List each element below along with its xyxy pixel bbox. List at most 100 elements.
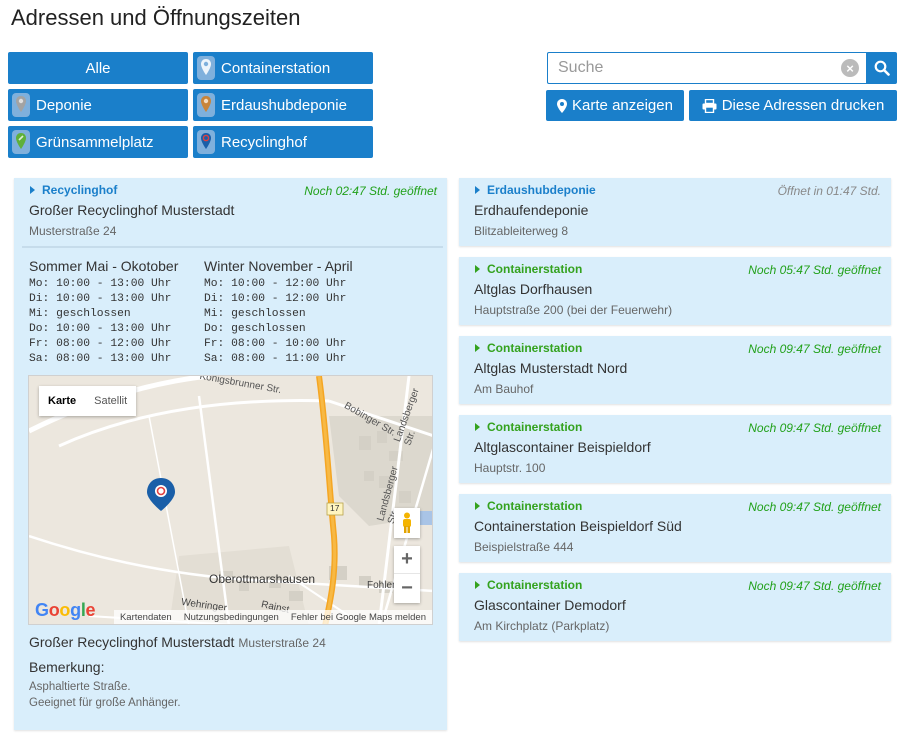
hours-line: Do: geschlossen xyxy=(204,323,306,335)
category-label: Containerstation xyxy=(487,341,583,355)
location-name: Erdhaufendeponie xyxy=(474,202,589,218)
location-card-expanded[interactable]: Recyclinghof Noch 02:47 Std. geöffnet Gr… xyxy=(14,178,447,730)
hours-line: Mi: geschlossen xyxy=(204,308,306,320)
map-label: Fohlen xyxy=(367,580,398,591)
location-name: Glascontainer Demodorf xyxy=(474,597,626,613)
filter-label: Alle xyxy=(85,59,111,77)
hours-line: Fr: 08:00 - 12:00 Uhr xyxy=(29,338,172,350)
print-button[interactable]: Diese Adressen drucken xyxy=(689,90,897,121)
filter-deponie-button[interactable]: Deponie xyxy=(8,89,188,121)
hours-line: Do: 10:00 - 13:00 Uhr xyxy=(29,323,172,335)
hours-line: Di: 10:00 - 12:00 Uhr xyxy=(204,293,347,305)
search-button[interactable] xyxy=(866,52,897,84)
filter-recyclinghof-button[interactable]: Recyclinghof xyxy=(193,126,373,158)
location-address: Musterstraße 24 xyxy=(29,224,117,238)
filter-erdaushubdeponie-button[interactable]: Erdaushubdeponie xyxy=(193,89,373,121)
page-title: Adressen und Öffnungszeiten xyxy=(11,5,301,30)
winter-hours: Winter November - April Mo: 10:00 - 12:0… xyxy=(204,258,353,367)
summer-hours: Sommer Mai - Okotober Mo: 10:00 - 13:00 … xyxy=(29,258,178,367)
location-name: Containerstation Beispieldorf Süd xyxy=(474,518,682,534)
printer-icon xyxy=(702,98,717,113)
hours-line: Fr: 08:00 - 10:00 Uhr xyxy=(204,338,347,350)
opening-status: Noch 09:47 Std. geöffnet xyxy=(748,342,881,356)
map-pin-icon xyxy=(195,92,217,118)
filter-label: Containerstation xyxy=(221,59,331,77)
location-card[interactable]: Containerstation Noch 09:47 Std. geöffne… xyxy=(459,573,891,641)
hours-line: Mi: geschlossen xyxy=(29,308,131,320)
card-category: Erdaushubdeponie xyxy=(475,183,596,197)
opening-status: Öffnet in 01:47 Std. xyxy=(777,184,881,198)
card-category: Recyclinghof xyxy=(30,183,117,197)
caret-right-icon xyxy=(475,581,480,589)
caret-right-icon xyxy=(475,423,480,431)
map-attribution: Kartendaten Nutzungsbedingungen Fehler b… xyxy=(113,610,432,624)
caret-right-icon xyxy=(475,344,480,352)
category-label: Containerstation xyxy=(487,499,583,513)
zoom-in-icon[interactable]: + xyxy=(394,546,420,574)
filter-label: Recyclinghof xyxy=(221,133,307,151)
hours-line: Sa: 08:00 - 13:00 Uhr xyxy=(29,353,172,365)
hours-line: Sa: 08:00 - 11:00 Uhr xyxy=(204,353,347,365)
search-icon xyxy=(874,60,890,76)
card-category: Containerstation xyxy=(475,341,582,355)
opening-status: Noch 09:47 Std. geöffnet xyxy=(748,579,881,593)
show-map-button[interactable]: Karte anzeigen xyxy=(546,90,684,121)
show-map-label: Karte anzeigen xyxy=(572,97,673,114)
location-card[interactable]: Containerstation Noch 05:47 Std. geöffne… xyxy=(459,257,891,325)
map-location-address: Musterstraße 24 xyxy=(238,636,326,650)
map-location-name: Großer Recyclinghof Musterstadt xyxy=(29,634,235,650)
filter-label: Deponie xyxy=(36,96,92,114)
map-pin-icon xyxy=(10,129,32,155)
map-label: Oberottmarshausen xyxy=(209,572,316,586)
card-category: Containerstation xyxy=(475,420,582,434)
caret-right-icon xyxy=(475,265,480,273)
opening-status: Noch 09:47 Std. geöffnet xyxy=(748,500,881,514)
hours-line: Di: 10:00 - 13:00 Uhr xyxy=(29,293,172,305)
filter-gruensammelplatz-button[interactable]: Grünsammelplatz xyxy=(8,126,188,158)
print-label: Diese Adressen drucken xyxy=(721,97,885,114)
caret-right-icon xyxy=(475,502,480,510)
location-address: Hauptstraße 200 (bei der Feuerwehr) xyxy=(474,303,673,317)
terms-link[interactable]: Nutzungsbedingungen xyxy=(178,612,285,623)
location-map[interactable]: Königsbrunner Str. Bobinger Str. Landsbe… xyxy=(28,375,433,625)
location-address: Hauptstr. 100 xyxy=(474,461,546,475)
location-card[interactable]: Erdaushubdeponie Öffnet in 01:47 Std. Er… xyxy=(459,178,891,246)
map-tab-satellit[interactable]: Satellit xyxy=(85,386,136,416)
category-label: Containerstation xyxy=(487,578,583,592)
filter-all-button[interactable]: Alle xyxy=(8,52,188,84)
hours-line: Mo: 10:00 - 12:00 Uhr xyxy=(204,278,347,290)
location-name: Altglas Dorfhausen xyxy=(474,281,593,297)
filter-label: Grünsammelplatz xyxy=(36,133,154,151)
caret-down-icon xyxy=(30,186,35,194)
map-tab-karte[interactable]: Karte xyxy=(39,386,85,416)
location-address: Blitzableiterweg 8 xyxy=(474,224,569,238)
card-category: Containerstation xyxy=(475,262,582,276)
location-address: Beispielstraße 444 xyxy=(474,540,574,554)
zoom-out-icon[interactable]: − xyxy=(394,574,420,602)
filter-containerstation-button[interactable]: Containerstation xyxy=(193,52,373,84)
map-pin-icon xyxy=(195,55,217,81)
clear-icon[interactable]: × xyxy=(841,59,859,77)
category-label: Containerstation xyxy=(487,420,583,434)
location-card[interactable]: Containerstation Noch 09:47 Std. geöffne… xyxy=(459,494,891,562)
divider xyxy=(22,246,443,248)
summer-hours-title: Sommer Mai - Okotober xyxy=(29,258,179,274)
search-input[interactable] xyxy=(548,59,828,77)
location-address: Am Bauhof xyxy=(474,382,534,396)
map-type-toggle: Karte Satellit xyxy=(39,386,137,416)
map-marker-icon xyxy=(557,98,568,113)
remark-title: Bemerkung: xyxy=(29,659,105,675)
location-card[interactable]: Containerstation Noch 09:47 Std. geöffne… xyxy=(459,336,891,404)
category-label: Recyclinghof xyxy=(42,183,118,197)
map-location-summary: Großer Recyclinghof Musterstadt Musterstr… xyxy=(29,634,326,650)
zoom-control: + − xyxy=(394,546,420,603)
location-card[interactable]: Containerstation Noch 09:47 Std. geöffne… xyxy=(459,415,891,483)
location-name: Großer Recyclinghof Musterstadt xyxy=(29,202,235,218)
map-data-link[interactable]: Kartendaten xyxy=(114,612,178,623)
map-pin-icon xyxy=(10,92,32,118)
caret-right-icon xyxy=(475,186,480,194)
location-address: Am Kirchplatz (Parkplatz) xyxy=(474,619,610,633)
remark-line: Geeignet für große Anhänger. xyxy=(29,697,181,709)
street-view-pegman-icon[interactable] xyxy=(394,508,420,538)
report-error-link[interactable]: Fehler bei Google Maps melden xyxy=(285,612,432,623)
